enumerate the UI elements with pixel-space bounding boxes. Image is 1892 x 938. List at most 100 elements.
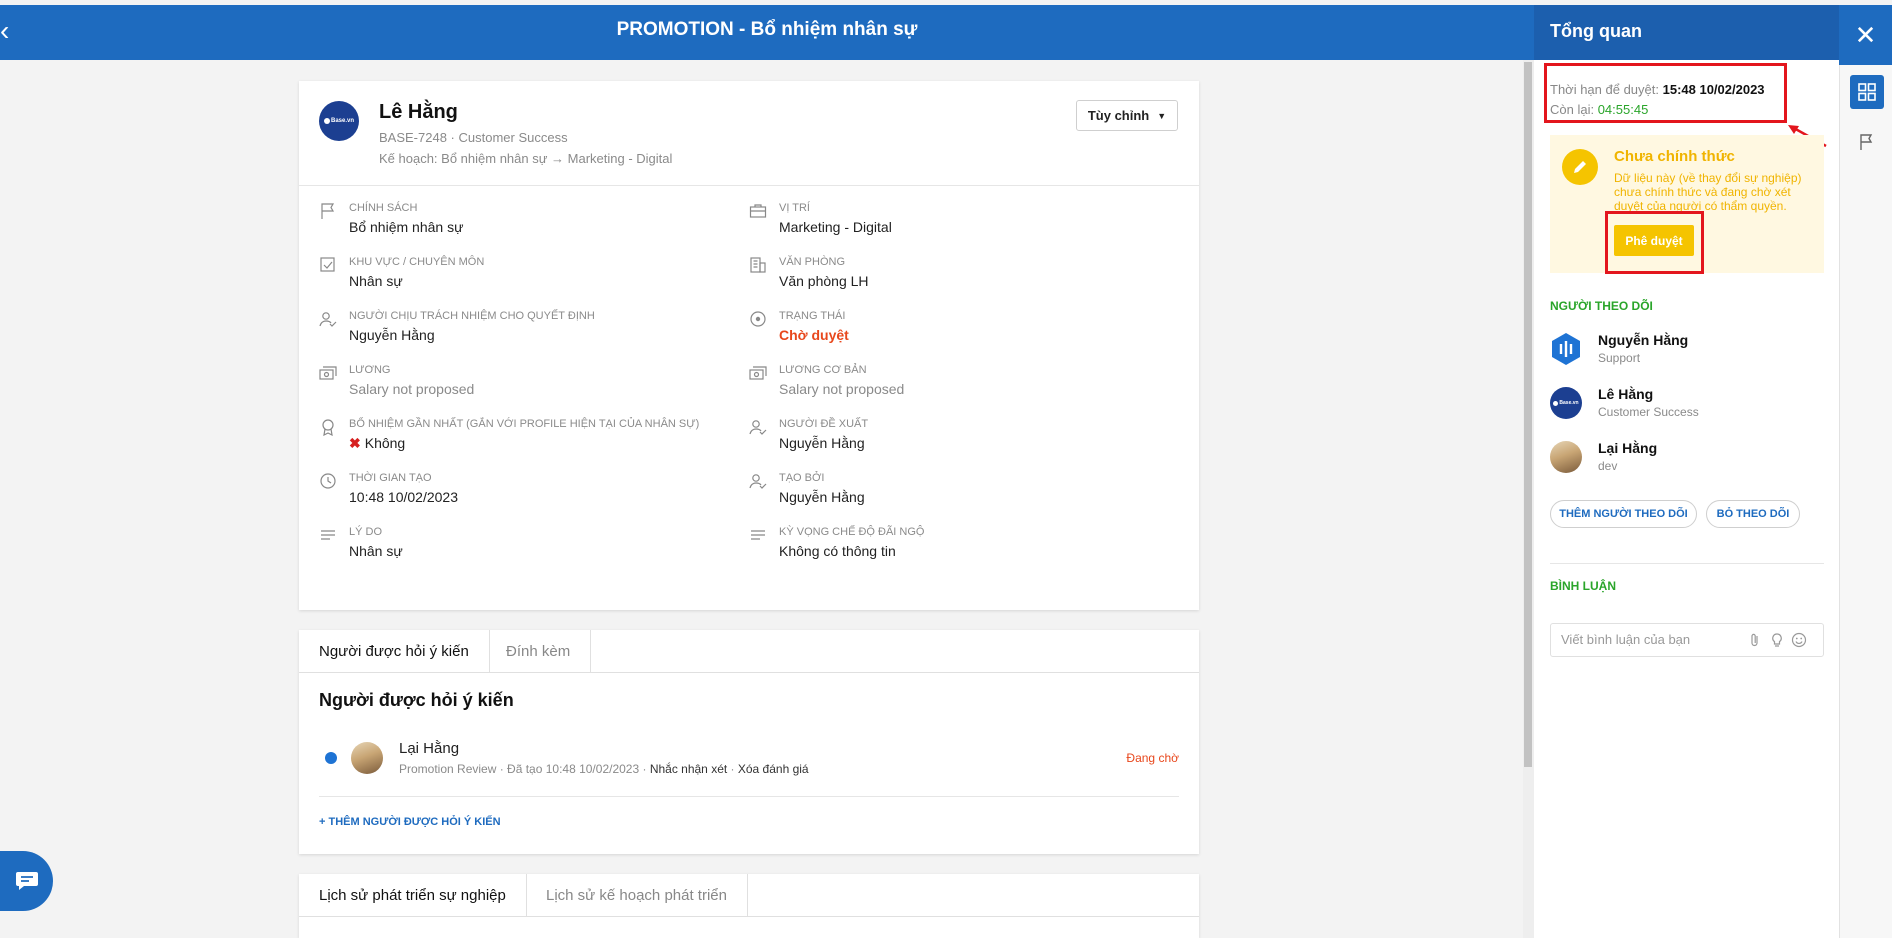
history-card: Lịch sử phát triển sự nghiệp Lịch sử kế … — [299, 874, 1199, 938]
close-button[interactable]: ✕ — [1839, 5, 1892, 65]
follower-avatar — [1550, 441, 1582, 473]
medal-icon — [322, 419, 334, 436]
flag-icon — [321, 203, 335, 219]
field-value: Nguyễn Hằng — [779, 435, 865, 451]
employee-meta: BASE-7248 · Customer Success — [379, 130, 568, 145]
overview-grid-icon[interactable] — [1850, 75, 1884, 109]
field-value: Nguyễn Hằng — [779, 489, 865, 505]
flag-icon[interactable] — [1850, 125, 1884, 159]
tab-nguoi-duoc-hoi-y-kien[interactable]: Người được hỏi ý kiến — [299, 630, 490, 673]
follower-role: Support — [1598, 351, 1641, 365]
field-value: Salary not proposed — [349, 381, 475, 397]
add-reviewer-link[interactable]: + THÊM NGƯỜI ĐƯỢC HỎI Ý KIẾN — [319, 816, 501, 828]
field-label: Bổ nhiệm gần nhất (gắn với profile hiện … — [349, 418, 700, 430]
field-value: Nhân sự — [349, 543, 403, 559]
follower-item[interactable]: Base.vn Lê Hằng Customer Success — [1550, 384, 1810, 424]
field-value-text: Không — [364, 435, 406, 451]
paperclip-icon[interactable] — [1747, 632, 1763, 648]
field-value: ✖ Không — [349, 435, 405, 452]
follower-logo — [1552, 333, 1580, 365]
field-value: Marketing - Digital — [779, 219, 892, 235]
employee-plan: Kế hoạch: Bổ nhiệm nhân sự → Marketing -… — [379, 151, 673, 166]
field-label: Thời gian tạo — [349, 472, 432, 484]
remaining-label: Còn lại: — [1550, 102, 1598, 117]
reviewers-card: Người được hỏi ý kiến Đính kèm Người đượ… — [299, 630, 1199, 854]
user-check-icon — [749, 474, 767, 489]
field-label: Tạo bởi — [779, 472, 825, 484]
remaining-value: 04:55:45 — [1597, 102, 1649, 117]
remind-review-link[interactable]: Nhắc nhận xét — [650, 762, 727, 776]
overview-panel: Thời hạn để duyệt: 15:48 10/02/2023 Còn … — [1534, 60, 1839, 938]
field-label: Văn phòng — [779, 256, 846, 268]
field-label: Kỳ vọng chế độ đãi ngộ — [779, 526, 925, 538]
reviewers-tabs: Người được hỏi ý kiến Đính kèm — [299, 630, 1199, 673]
chat-button[interactable] — [0, 851, 53, 911]
field-label: Trạng thái — [779, 310, 846, 322]
delete-review-link[interactable]: Xóa đánh giá — [738, 762, 809, 776]
customize-dropdown[interactable]: Tùy chỉnh ▼ — [1076, 100, 1178, 131]
field-value: Không có thông tin — [779, 543, 896, 559]
pencil-icon — [1562, 149, 1598, 185]
field-value: Bổ nhiệm nhân sự — [349, 219, 464, 235]
follower-name: Lê Hằng — [1598, 386, 1654, 402]
caret-down-icon: ▼ — [1157, 110, 1167, 121]
avatar-logo-text: Base.vn — [1559, 400, 1579, 406]
reviewer-name: Lại Hằng — [399, 740, 460, 757]
field-label: Khu vực / Chuyên môn — [349, 256, 485, 268]
building-icon — [750, 257, 766, 273]
clock-icon — [320, 473, 336, 489]
employee-name: Lê Hằng — [379, 101, 458, 123]
field-label: Chính sách — [349, 202, 418, 214]
user-check-icon — [749, 420, 767, 435]
follower-name: Lại Hằng — [1598, 440, 1658, 456]
add-follower-button[interactable]: THÊM NGƯỜI THEO DÕI — [1550, 500, 1697, 528]
reviewer-meta-text: Promotion Review · Đã tạo 10:48 10/02/20… — [399, 762, 650, 776]
unfollow-button[interactable]: BỎ THEO DÕI — [1706, 500, 1800, 528]
close-icon: ✕ — [1854, 20, 1877, 50]
lines-icon — [321, 530, 335, 540]
follower-role: dev — [1598, 459, 1618, 473]
field-label: Người đề xuất — [779, 418, 869, 430]
checkbox-icon — [320, 257, 335, 272]
divider — [1550, 563, 1824, 564]
field-value: 10:48 10/02/2023 — [349, 489, 458, 505]
user-check-icon — [319, 312, 337, 327]
follower-item[interactable]: Lại Hằng dev — [1550, 438, 1810, 478]
scrollbar[interactable] — [1523, 60, 1534, 938]
notice-description: Dữ liệu này (về thay đổi sự nghiệp) chưa… — [1614, 171, 1802, 213]
follower-role: Customer Success — [1598, 405, 1699, 419]
comments-title: Bình luận — [1550, 579, 1616, 593]
money-icon — [749, 366, 767, 380]
field-value: Văn phòng LH — [779, 273, 869, 289]
reviewer-meta: Promotion Review · Đã tạo 10:48 10/02/20… — [399, 762, 809, 776]
sidebar-header: Tổng quan — [1534, 5, 1839, 60]
tab-dinh-kem[interactable]: Đính kèm — [486, 630, 592, 673]
field-value: Salary not proposed — [779, 381, 905, 397]
tab-lich-su-ke-hoach[interactable]: Lịch sử kế hoạch phát triển — [526, 874, 748, 917]
target-icon — [750, 311, 766, 327]
approve-button[interactable]: Phê duyệt — [1614, 225, 1694, 256]
comment-input[interactable]: Viết bình luận của bạn — [1550, 623, 1824, 657]
reviewer-avatar — [351, 742, 383, 774]
field-label: Lý do — [349, 526, 383, 538]
scrollbar-thumb[interactable] — [1524, 62, 1532, 767]
follower-item[interactable]: Nguyễn Hằng Support — [1550, 330, 1810, 370]
promotion-detail-card: Base.vn Lê Hằng BASE-7248 · Customer Suc… — [299, 81, 1199, 610]
money-icon — [319, 366, 337, 380]
tab-lich-su-phat-trien[interactable]: Lịch sử phát triển sự nghiệp — [299, 874, 527, 917]
avatar: Base.vn — [319, 101, 359, 141]
avatar-logo-text: Base.vn — [330, 118, 354, 124]
chat-icon — [15, 872, 38, 890]
divider — [299, 185, 1199, 186]
field-label: Lương — [349, 364, 391, 376]
deadline-label: Thời hạn để duyệt: — [1550, 82, 1663, 97]
lightbulb-icon[interactable] — [1769, 632, 1785, 648]
field-value: Nhân sự — [349, 273, 403, 289]
divider — [319, 796, 1179, 797]
emoji-icon[interactable] — [1791, 632, 1807, 648]
briefcase-icon — [749, 204, 767, 218]
top-bar: ‹ PROMOTION - Bổ nhiệm nhân sự — [0, 5, 1534, 60]
side-icon-strip — [1839, 65, 1892, 938]
field-label: Vị trí — [779, 202, 810, 214]
sidebar-title: Tổng quan — [1550, 21, 1642, 41]
